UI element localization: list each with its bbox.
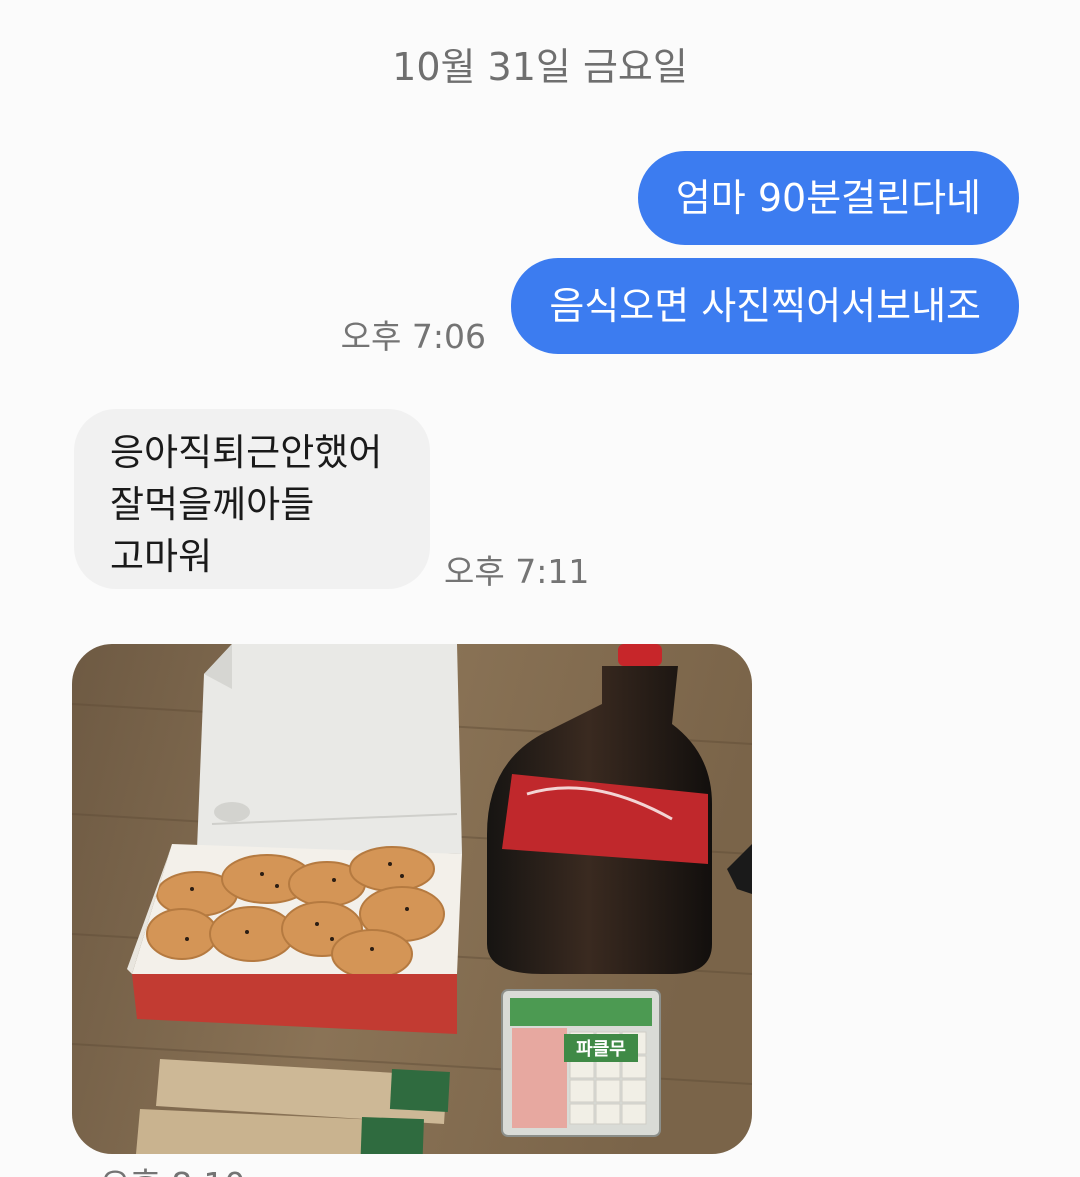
received-message-line: 고마워 <box>110 535 213 578</box>
date-divider: 10월 31일 금요일 <box>392 45 688 89</box>
pickle-label: 파클무 <box>576 1039 626 1060</box>
message-timestamp: 오후 8:10 <box>100 1158 245 1177</box>
photo-message[interactable]: 파클무 <box>72 644 752 1154</box>
received-message-line: 응아직퇴근안했어 <box>110 431 383 474</box>
sent-message-bubble[interactable]: 음식오면 사진찍어서보내조 <box>511 258 1019 354</box>
sent-message-bubble[interactable]: 엄마 90분걸린다네 <box>637 151 1019 245</box>
chat-screen: 10월 31일 금요일 엄마 90분걸린다네 음식오면 사진찍어서보내조 오후 … <box>0 0 1080 1177</box>
received-message-line: 잘먹을께아들 <box>110 483 315 526</box>
food-photo-image: 파클무 <box>72 644 752 1154</box>
received-message-bubble[interactable]: 응아직퇴근안했어 잘먹을께아들 고마워 <box>74 409 430 589</box>
message-timestamp: 오후 7:06 <box>340 317 486 356</box>
message-timestamp: 오후 7:11 <box>444 552 590 591</box>
